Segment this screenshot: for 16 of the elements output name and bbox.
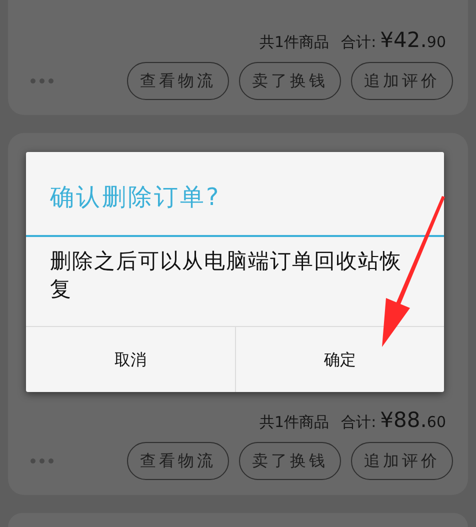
total-price: ¥88.60 [380, 407, 446, 434]
dialog-button[interactable]: 取消 [26, 327, 234, 392]
item-count: 共1件商品 [260, 32, 330, 53]
action-button[interactable]: 追加评价 [351, 442, 453, 480]
dialog-message: 删除之后可以从电脑端订单回收站恢复 [50, 248, 403, 303]
total-price: ¥42.90 [380, 27, 446, 54]
total-label: 合计: [341, 32, 376, 53]
action-button[interactable]: 追加评价 [351, 62, 453, 100]
action-button[interactable]: 查看物流 [127, 442, 229, 480]
more-icon[interactable] [30, 458, 54, 464]
item-count: 共1件商品 [260, 412, 330, 433]
more-icon[interactable] [30, 78, 54, 84]
action-button[interactable]: 卖了换钱 [239, 62, 341, 100]
action-button[interactable]: 查看物流 [127, 62, 229, 100]
total-label: 合计: [341, 412, 376, 433]
action-button[interactable]: 卖了换钱 [239, 442, 341, 480]
